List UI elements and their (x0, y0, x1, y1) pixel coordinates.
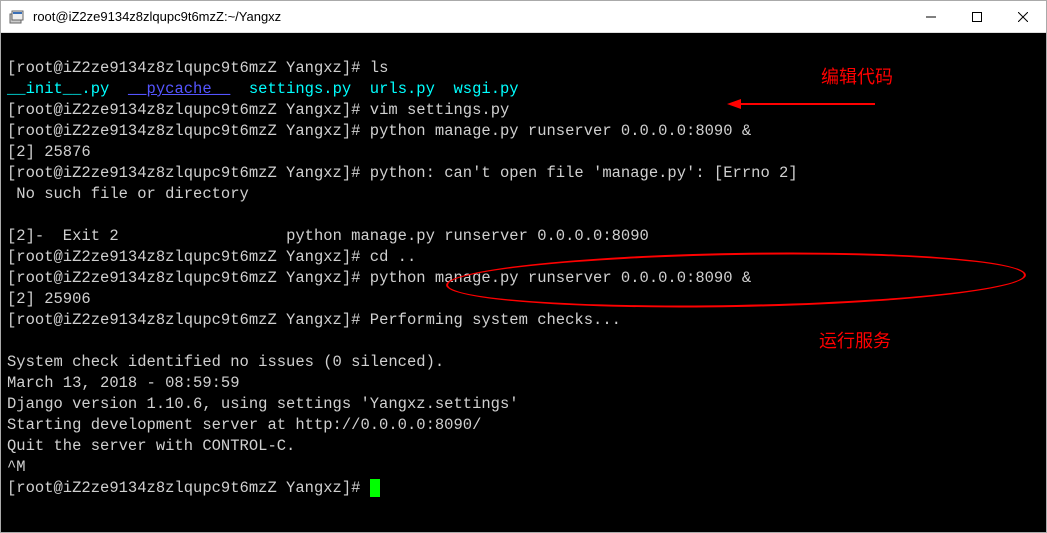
annotation-run-service: 运行服务 (819, 331, 891, 352)
quit-line: Quit the server with CONTROL-C. (7, 437, 295, 455)
job-2b: [2] 25906 (7, 290, 91, 308)
date-line: March 13, 2018 - 08:59:59 (7, 374, 240, 392)
window-controls (908, 1, 1046, 32)
ls-output-init: __init__.py (7, 80, 109, 98)
ls-output-pycache: __pycache__ (128, 80, 230, 98)
python-error: python: can't open file 'manage.py': [Er… (370, 164, 798, 182)
close-button[interactable] (1000, 1, 1046, 32)
terminal-window: root@iZ2ze9134z8zlqupc9t6mzZ:~/Yangxz [r… (0, 0, 1047, 533)
starting-line: Starting development server at http://0.… (7, 416, 481, 434)
prompt: [root@iZ2ze9134z8zlqupc9t6mzZ Yangxz]# (7, 101, 360, 119)
cmd-runserver-1: python manage.py runserver 0.0.0.0:8090 … (370, 122, 751, 140)
prompt: [root@iZ2ze9134z8zlqupc9t6mzZ Yangxz]# (7, 122, 360, 140)
app-icon (7, 7, 27, 27)
cursor (370, 479, 380, 497)
annotation-edit-code: 编辑代码 (821, 67, 893, 88)
maximize-button[interactable] (954, 1, 1000, 32)
job-2a: [2] 25876 (7, 143, 91, 161)
exit-right: python manage.py runserver 0.0.0.0:8090 (286, 227, 649, 245)
nofile-error: No such file or directory (7, 185, 249, 203)
window-title: root@iZ2ze9134z8zlqupc9t6mzZ:~/Yangxz (33, 9, 908, 24)
exit-left: [2]- Exit 2 (7, 227, 119, 245)
prompt: [root@iZ2ze9134z8zlqupc9t6mzZ Yangxz]# (7, 164, 360, 182)
performing: Performing system checks... (370, 311, 621, 329)
prompt: [root@iZ2ze9134z8zlqupc9t6mzZ Yangxz]# (7, 59, 360, 77)
cmd-vim: vim settings.py (370, 101, 510, 119)
prompt: [root@iZ2ze9134z8zlqupc9t6mzZ Yangxz]# (7, 311, 360, 329)
minimize-button[interactable] (908, 1, 954, 32)
caret-m: ^M (7, 458, 26, 476)
cmd-runserver-2: python manage.py runserver 0.0.0.0:8090 … (370, 269, 751, 287)
prompt: [root@iZ2ze9134z8zlqupc9t6mzZ Yangxz]# (7, 269, 360, 287)
titlebar: root@iZ2ze9134z8zlqupc9t6mzZ:~/Yangxz (1, 1, 1046, 33)
prompt: [root@iZ2ze9134z8zlqupc9t6mzZ Yangxz]# (7, 248, 360, 266)
cmd-cd: cd .. (370, 248, 417, 266)
django-line: Django version 1.10.6, using settings 'Y… (7, 395, 519, 413)
cmd-ls: ls (370, 59, 389, 77)
ls-output-rest: settings.py urls.py wsgi.py (230, 80, 518, 98)
terminal-content[interactable]: [root@iZ2ze9134z8zlqupc9t6mzZ Yangxz]# l… (1, 33, 1046, 532)
prompt: [root@iZ2ze9134z8zlqupc9t6mzZ Yangxz]# (7, 479, 360, 497)
system-check: System check identified no issues (0 sil… (7, 353, 444, 371)
